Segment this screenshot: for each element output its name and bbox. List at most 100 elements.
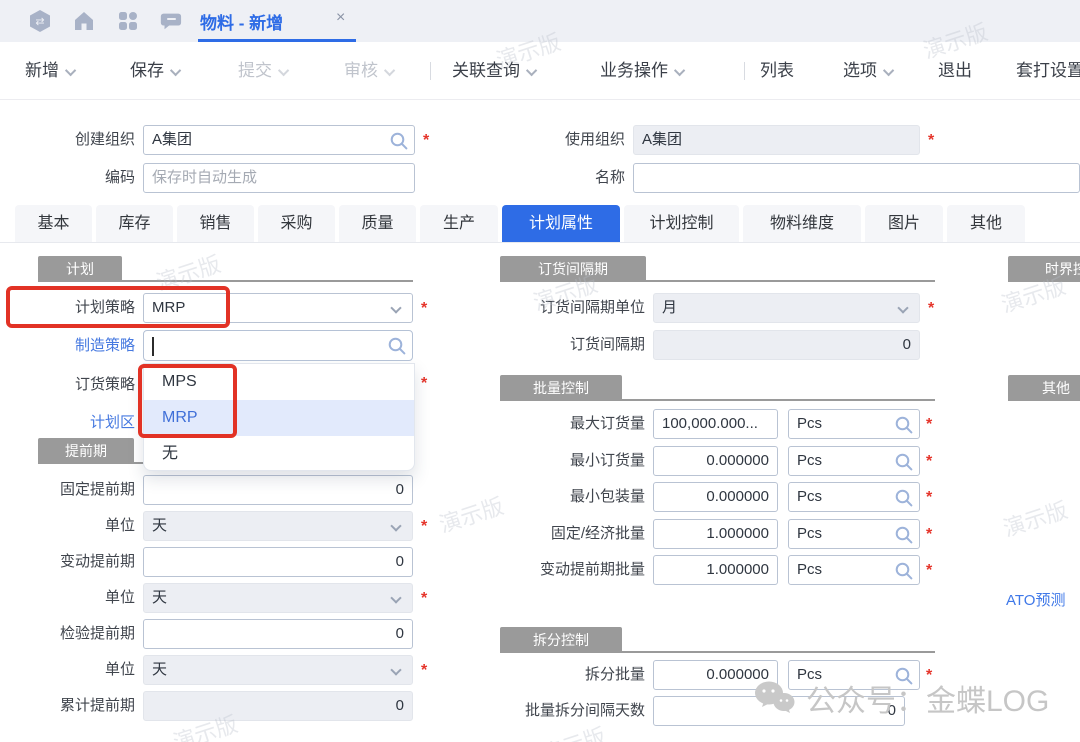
- search-icon[interactable]: [894, 452, 914, 472]
- var-leadtime-field[interactable]: 0: [143, 547, 413, 577]
- search-icon[interactable]: [389, 131, 409, 151]
- tab-sales[interactable]: 销售: [177, 205, 254, 243]
- code-input[interactable]: [152, 165, 406, 191]
- section-split-control: 拆分控制: [500, 627, 622, 653]
- search-icon[interactable]: [387, 336, 407, 356]
- search-icon[interactable]: [894, 561, 914, 581]
- tab-other[interactable]: 其他: [947, 205, 1025, 243]
- use-org-label: 使用组织: [500, 125, 625, 155]
- split-batch-label: 拆分批量: [455, 660, 645, 690]
- section-leadtime: 提前期: [38, 438, 134, 464]
- tab-basic[interactable]: 基本: [15, 205, 92, 243]
- min-pack-qty-label: 最小包装量: [455, 482, 645, 512]
- mfg-strategy-label[interactable]: 制造策略: [10, 331, 135, 361]
- chevron-down-icon: [170, 64, 181, 75]
- min-pack-qty-unit-field[interactable]: Pcs: [788, 482, 920, 512]
- required-asterisk: *: [421, 511, 427, 541]
- section-plan: 计划: [38, 256, 122, 282]
- chevron-down-icon: [390, 302, 401, 313]
- required-asterisk: *: [421, 583, 427, 613]
- section-other: 其他: [1008, 375, 1080, 401]
- menu-related-query[interactable]: 关联查询: [452, 42, 537, 100]
- split-interval-days-label: 批量拆分间隔天数: [455, 696, 645, 726]
- tab-quality[interactable]: 质量: [339, 205, 416, 243]
- demo-watermark: 演示版: [152, 247, 225, 298]
- chevron-down-icon: [897, 302, 908, 313]
- order-interval-unit-combo: 月: [653, 293, 920, 323]
- menu-list[interactable]: 列表: [760, 42, 794, 100]
- kingdee-logo-icon[interactable]: ⇄: [28, 9, 52, 33]
- split-interval-days-field[interactable]: 0: [653, 696, 905, 726]
- plan-area-label[interactable]: 计划区: [10, 408, 135, 438]
- chevron-down-icon: [526, 64, 537, 75]
- use-org-field: A集团: [633, 125, 920, 155]
- name-field[interactable]: [633, 163, 1080, 193]
- dropdown-option-none[interactable]: 无: [144, 436, 414, 472]
- dropdown-option-mrp[interactable]: MRP: [144, 400, 414, 436]
- menu-submit[interactable]: 提交: [238, 42, 289, 100]
- dropdown-option-mps[interactable]: MPS: [144, 364, 414, 400]
- fixed-economic-batch-field[interactable]: 1.000000: [653, 519, 778, 549]
- max-order-qty-unit-field[interactable]: Pcs: [788, 409, 920, 439]
- unit-label: 单位: [10, 655, 135, 685]
- tab-plan-attributes[interactable]: 计划属性: [502, 205, 620, 243]
- required-asterisk: *: [421, 293, 427, 323]
- min-order-qty-field[interactable]: 0.000000: [653, 446, 778, 476]
- fixed-leadtime-field[interactable]: 0: [143, 475, 413, 505]
- inspect-leadtime-field[interactable]: 0: [143, 619, 413, 649]
- chevron-down-icon: [278, 64, 289, 75]
- close-icon[interactable]: ×: [336, 9, 345, 27]
- top-bar: ⇄ 物料 - 新增 ×: [0, 0, 1080, 42]
- tab-production[interactable]: 生产: [420, 205, 498, 243]
- message-icon[interactable]: [159, 9, 183, 33]
- unit-combo: 天: [143, 583, 413, 613]
- tab-picture[interactable]: 图片: [865, 205, 943, 243]
- max-order-qty-field[interactable]: 100,000.000...: [653, 409, 778, 439]
- split-batch-field[interactable]: 0.000000: [653, 660, 778, 690]
- ato-forecast-link[interactable]: ATO预测: [1006, 589, 1065, 610]
- code-field[interactable]: [143, 163, 415, 193]
- chevron-down-icon: [390, 520, 401, 531]
- order-interval-unit-label: 订货间隔期单位: [455, 293, 645, 323]
- chevron-down-icon: [883, 64, 894, 75]
- menu-new[interactable]: 新增: [25, 42, 76, 100]
- chevron-down-icon: [65, 64, 76, 75]
- required-asterisk: *: [423, 125, 429, 155]
- mfg-strategy-search-input[interactable]: [143, 330, 413, 361]
- name-input[interactable]: [642, 165, 1071, 191]
- menu-print-setup[interactable]: 套打设置: [1016, 42, 1080, 100]
- chevron-down-icon: [384, 64, 395, 75]
- search-icon[interactable]: [894, 666, 914, 686]
- menu-exit[interactable]: 退出: [938, 42, 972, 100]
- window-tab-title[interactable]: 物料 - 新增: [200, 9, 283, 34]
- material-new-window: ⇄ 物料 - 新增 × 新增 保存 提交 审核 关联查询 业务操作 列表 选项 …: [0, 0, 1080, 742]
- fixed-economic-batch-unit-field[interactable]: Pcs: [788, 519, 920, 549]
- plan-strategy-combo[interactable]: MRP: [143, 293, 413, 323]
- tab-inventory[interactable]: 库存: [96, 205, 173, 243]
- inspect-leadtime-label: 检验提前期: [10, 619, 135, 649]
- min-order-qty-unit-field[interactable]: Pcs: [788, 446, 920, 476]
- fixed-leadtime-label: 固定提前期: [10, 475, 135, 505]
- tab-plan-control[interactable]: 计划控制: [624, 205, 739, 243]
- tabs-divider: [0, 242, 1080, 243]
- menu-separator: [430, 62, 431, 80]
- menu-options[interactable]: 选项: [843, 42, 894, 100]
- min-pack-qty-field[interactable]: 0.000000: [653, 482, 778, 512]
- var-leadtime-batch-unit-field[interactable]: Pcs: [788, 555, 920, 585]
- search-icon[interactable]: [894, 488, 914, 508]
- menu-audit[interactable]: 审核: [344, 42, 395, 100]
- menu-save[interactable]: 保存: [130, 42, 181, 100]
- order-strategy-label: 订货策略: [10, 370, 135, 400]
- tab-material-dimension[interactable]: 物料维度: [743, 205, 861, 243]
- apps-grid-icon[interactable]: [116, 9, 140, 33]
- search-icon[interactable]: [894, 415, 914, 435]
- create-org-field[interactable]: A集团: [143, 125, 415, 155]
- var-leadtime-batch-field[interactable]: 1.000000: [653, 555, 778, 585]
- toolbar: 新增 保存 提交 审核 关联查询 业务操作 列表 选项 退出 套打设置: [0, 42, 1080, 100]
- menu-business-ops[interactable]: 业务操作: [600, 42, 685, 100]
- home-icon[interactable]: [72, 9, 96, 33]
- search-icon[interactable]: [894, 525, 914, 545]
- split-batch-unit-field[interactable]: Pcs: [788, 660, 920, 690]
- chevron-down-icon: [390, 664, 401, 675]
- tab-purchase[interactable]: 采购: [258, 205, 335, 243]
